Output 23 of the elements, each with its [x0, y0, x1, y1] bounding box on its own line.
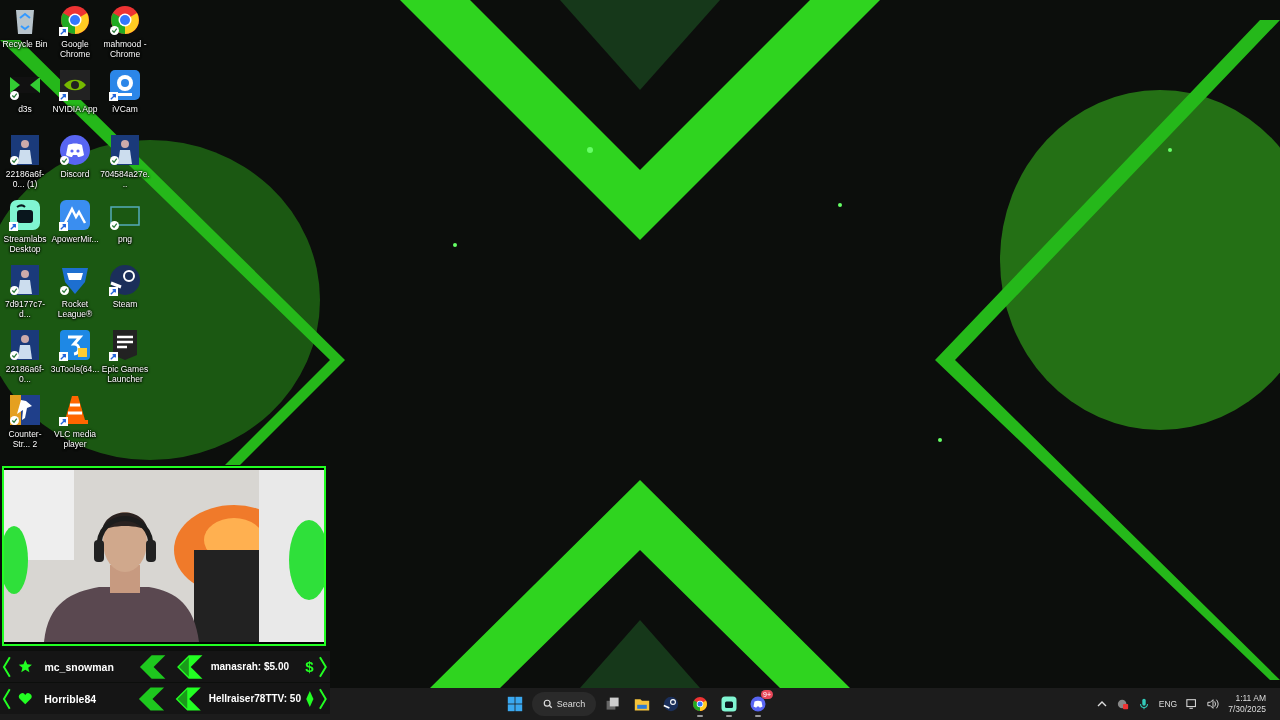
chevron-left-icon: [2, 686, 12, 711]
search-icon: [542, 699, 553, 709]
search-button[interactable]: Search: [532, 692, 596, 716]
date-text: 7/30/2025: [1228, 704, 1266, 715]
windows-logo-icon: [507, 696, 523, 712]
folder-icon: [634, 696, 650, 712]
time-text: 1:11 AM: [1235, 693, 1266, 704]
network-icon[interactable]: [1186, 698, 1199, 710]
chevron-right-icon: [318, 686, 328, 711]
language-indicator[interactable]: ENG: [1158, 699, 1178, 709]
streamlabs-icon: [721, 696, 737, 712]
event-text: Hellraiser78TTV: 50: [208, 693, 301, 704]
steam-icon: [663, 696, 679, 712]
task-view-icon: [605, 696, 621, 712]
chrome-icon: [692, 696, 708, 712]
heart-icon: [17, 691, 33, 706]
clock[interactable]: 1:11 AM 7/30/2025: [1228, 693, 1266, 715]
cloud-error-icon[interactable]: [1116, 698, 1129, 710]
microphone-icon[interactable]: [1137, 698, 1150, 710]
diamond-icon: [304, 689, 315, 708]
volume-icon[interactable]: [1207, 698, 1220, 710]
discord-icon: [750, 696, 766, 712]
follower-name: Horrible84: [44, 692, 98, 705]
